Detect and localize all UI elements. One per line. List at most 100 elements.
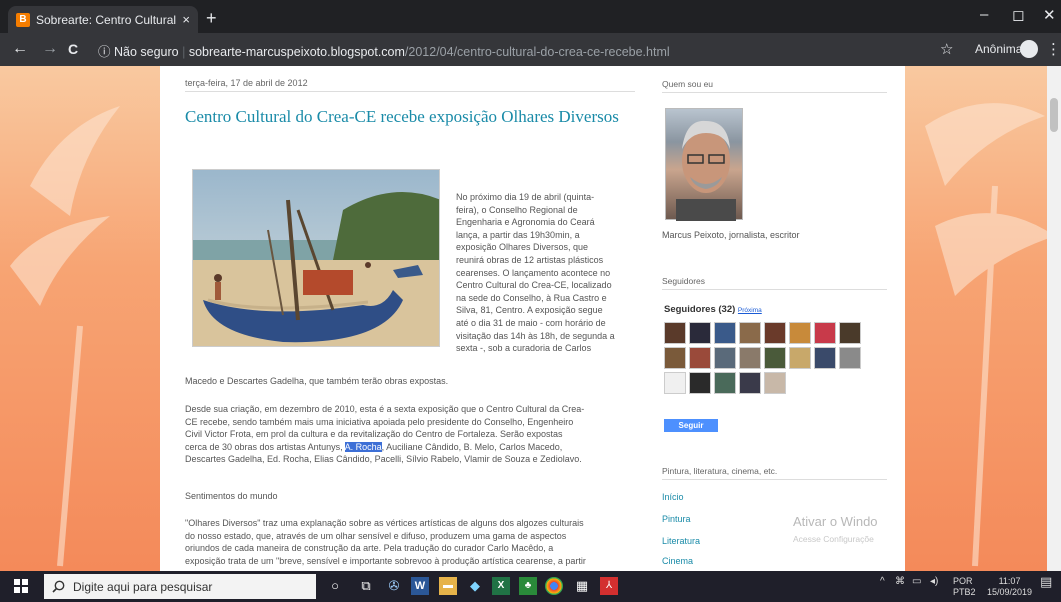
url-path: /2012/04/centro-cultural-do-crea-ce-rece…	[404, 45, 670, 59]
post-paragraph-3: "Olhares Diversos" traz uma explanação s…	[185, 517, 655, 567]
labels-heading: Pintura, literatura, cinema, etc.	[662, 466, 887, 480]
para3-line: "Olhares Diversos" traz uma explanação s…	[185, 518, 584, 528]
follower-avatar[interactable]	[789, 322, 811, 344]
calculator-icon[interactable]: ▦	[573, 577, 591, 595]
para2-text: , Auciliane Cândido, B. Melo, Carlos Mac…	[381, 441, 563, 452]
browser-tab-bar: B Sobrearte: Centro Cultural do Cre × + …	[0, 0, 1061, 33]
close-window-button[interactable]: ✕	[1043, 6, 1056, 24]
follower-avatar[interactable]	[714, 322, 736, 344]
follower-avatar[interactable]	[814, 322, 836, 344]
post-intro-line: cearenses. O lançamento acontece no	[456, 267, 611, 278]
clock-time: 11:07	[998, 576, 1021, 586]
notification-icon[interactable]: ▤	[1040, 575, 1052, 588]
para3-line: do nosso estado, que, através de um olha…	[185, 530, 567, 541]
follower-avatar[interactable]	[689, 372, 711, 394]
clock[interactable]: 11:07 15/09/2019	[987, 576, 1032, 598]
blogger-favicon-icon: B	[16, 12, 30, 27]
post-intro-line: Engenharia e Agronomia do Ceará	[456, 217, 595, 228]
para2-line: CE recebe, sendo também mais uma iniciat…	[185, 416, 574, 427]
game-icon[interactable]: ♣	[519, 577, 537, 595]
security-label: Não seguro	[114, 45, 179, 59]
reload-button[interactable]: C	[68, 41, 78, 57]
page-background: terça-feira, 17 de abril de 2012 Centro …	[0, 66, 1061, 571]
follower-avatar[interactable]	[764, 347, 786, 369]
about-heading: Quem sou eu	[662, 79, 887, 93]
network-icon[interactable]: ⌘	[895, 577, 905, 587]
scrollbar-thumb[interactable]	[1050, 98, 1058, 132]
new-tab-button[interactable]: +	[206, 8, 217, 29]
menu-kebab-icon[interactable]: ⋮	[1046, 40, 1061, 58]
taskbar-search-box[interactable]: Digite aqui para pesquisar	[44, 574, 316, 599]
app-icon[interactable]: ✇	[385, 577, 403, 595]
post-intro-line: lança, a partir das 19h30min, a	[456, 229, 580, 240]
windows-start-icon[interactable]	[14, 579, 28, 593]
follow-button[interactable]: Seguir	[664, 419, 718, 432]
para3-line: exposição trata de um "breve, sensível e…	[185, 555, 586, 566]
para3-line: oriundos de cada maneira de construção d…	[185, 543, 554, 554]
battery-icon[interactable]: ▭	[912, 577, 921, 587]
bookmark-star-icon[interactable]: ☆	[940, 40, 953, 58]
page-scrollbar[interactable]	[1047, 66, 1061, 571]
follower-avatar[interactable]	[839, 347, 861, 369]
sidebar-link-pintura[interactable]: Pintura	[662, 514, 691, 524]
follower-avatar[interactable]	[689, 347, 711, 369]
subheading: Sentimentos do mundo	[185, 491, 278, 501]
follower-avatar[interactable]	[714, 372, 736, 394]
follower-avatar[interactable]	[714, 347, 736, 369]
post-intro-line: Silva, 81, Centro. A exposição segue	[456, 305, 603, 316]
forward-button[interactable]: →	[42, 40, 58, 58]
followers-next-link[interactable]: Próxima	[738, 307, 762, 314]
language-indicator[interactable]: POR PTB2	[953, 576, 976, 598]
incognito-icon[interactable]	[1020, 40, 1038, 58]
post-intro-line: na sede do Conselho, à Rua Castro e	[456, 292, 607, 303]
follower-avatar[interactable]	[664, 347, 686, 369]
sidebar-link-cinema[interactable]: Cinema	[662, 556, 693, 566]
follower-avatar[interactable]	[764, 372, 786, 394]
post-date: terça-feira, 17 de abril de 2012	[185, 78, 635, 92]
follower-avatar[interactable]	[689, 322, 711, 344]
follower-avatar[interactable]	[739, 372, 761, 394]
follower-avatar[interactable]	[664, 322, 686, 344]
tray-chevron-icon[interactable]: ^	[880, 577, 885, 587]
follower-avatar[interactable]	[739, 347, 761, 369]
follower-avatar[interactable]	[789, 347, 811, 369]
sidebar-link-literatura[interactable]: Literatura	[662, 536, 700, 546]
follower-avatar[interactable]	[664, 372, 686, 394]
painting-image[interactable]	[192, 169, 440, 347]
excel-icon[interactable]: X	[492, 577, 510, 595]
follower-avatar[interactable]	[764, 322, 786, 344]
volume-icon[interactable]: ◂)	[930, 577, 938, 587]
clock-date: 15/09/2019	[987, 587, 1033, 597]
address-bar: ← → C ⓘ Não seguro | sobrearte-marcuspei…	[0, 33, 1061, 66]
para2-line: Descartes Gadelha, Ed. Rocha, Elias Când…	[185, 454, 582, 465]
url-host: sobrearte-marcuspeixoto.blogspot.com	[188, 45, 405, 59]
activation-watermark-sub: Acesse Configuraçõe	[793, 534, 874, 544]
acrobat-icon[interactable]: ⅄	[600, 577, 618, 595]
word-icon[interactable]: W	[411, 577, 429, 595]
sidebar-link-inicio[interactable]: Início	[662, 492, 684, 502]
task-view-icon[interactable]: ⧉	[357, 577, 375, 595]
file-explorer-icon[interactable]: ▬	[439, 577, 457, 595]
selected-text[interactable]: A. Rocha	[344, 441, 382, 452]
post-paragraph-2: Desde sua criação, em dezembro de 2010, …	[185, 403, 655, 466]
post-intro-line: exposição Olhares Diversos, que	[456, 242, 589, 253]
tab-close-icon[interactable]: ×	[182, 12, 190, 27]
minimize-button[interactable]: –	[980, 6, 988, 23]
profile-label[interactable]: Anônima	[975, 42, 1022, 56]
author-photo[interactable]	[665, 108, 743, 221]
store-icon[interactable]: ◆	[466, 577, 484, 595]
maximize-button[interactable]: ◻	[1012, 6, 1024, 24]
info-icon[interactable]: ⓘ	[98, 45, 111, 59]
follower-avatar[interactable]	[814, 347, 836, 369]
search-icon	[52, 580, 65, 593]
browser-tab[interactable]: B Sobrearte: Centro Cultural do Cre ×	[8, 6, 198, 33]
para2-text: cerca de 30 obras dos artistas Antunys,	[185, 441, 345, 452]
post-title[interactable]: Centro Cultural do Crea-CE recebe exposi…	[185, 106, 625, 128]
post-intro-line: feira), o Conselho Regional de	[456, 204, 578, 215]
url-field[interactable]: ⓘ Não seguro | sobrearte-marcuspeixoto.b…	[98, 41, 670, 60]
follower-avatar[interactable]	[839, 322, 861, 344]
back-button[interactable]: ←	[12, 40, 28, 58]
follower-avatar[interactable]	[739, 322, 761, 344]
chrome-icon[interactable]	[545, 577, 563, 595]
cortana-icon[interactable]: ○	[326, 577, 344, 595]
